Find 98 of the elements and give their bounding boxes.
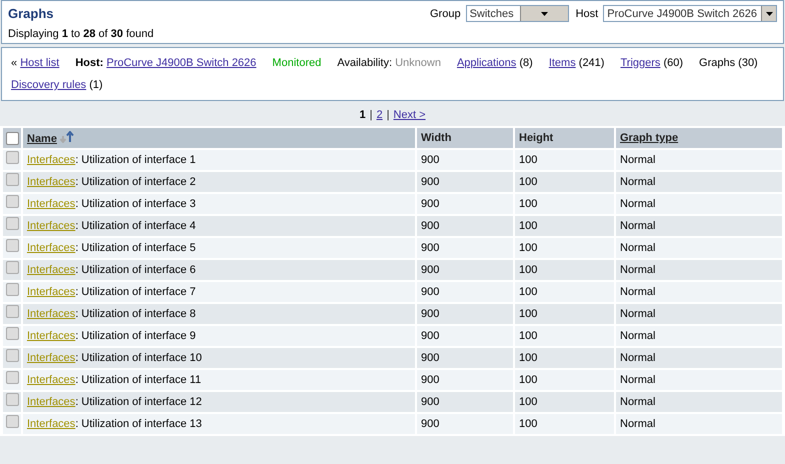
table-cell: Normal — [620, 352, 656, 364]
availability-value: Unknown — [395, 57, 441, 69]
graph-name: Interfaces: Utilization of interface 2 — [27, 176, 196, 188]
nav-link[interactable]: Applications — [456, 57, 516, 69]
graph-name: Interfaces: Utilization of interface 10 — [27, 352, 202, 364]
column-header: Width — [421, 132, 452, 144]
filter-dropdown[interactable]: Switches — [466, 5, 569, 22]
nav-link[interactable]: Items — [548, 57, 576, 69]
table-cell: 900 — [421, 286, 440, 298]
caret-icon — [540, 12, 548, 16]
pager-separator: | — [370, 108, 372, 120]
table-cell: Normal — [620, 308, 656, 320]
graph-name: Interfaces: Utilization of interface 3 — [27, 198, 196, 210]
table-cell: 100 — [519, 154, 538, 166]
count-text: (1) — [89, 79, 103, 91]
count-text: (8) — [519, 57, 533, 69]
table-cell: 900 — [421, 396, 440, 408]
page-link[interactable]: Next > — [393, 108, 426, 120]
row-checkbox[interactable] — [6, 414, 18, 428]
column-header[interactable]: Name — [27, 133, 57, 145]
row-checkbox[interactable] — [6, 370, 18, 384]
table-cell: 900 — [421, 220, 440, 232]
select-all-checkbox[interactable] — [6, 132, 18, 144]
table-cell: 100 — [519, 198, 538, 210]
count-text: (241) — [578, 57, 604, 69]
table-cell: 100 — [519, 264, 538, 276]
row-checkbox[interactable] — [6, 194, 18, 208]
table-cell: 100 — [519, 242, 538, 254]
table-cell: 900 — [421, 308, 440, 320]
graph-name: Interfaces: Utilization of interface 5 — [27, 242, 196, 254]
table-cell: 900 — [421, 264, 440, 276]
row-checkbox[interactable] — [6, 150, 18, 164]
graph-name: Interfaces: Utilization of interface 6 — [27, 264, 196, 276]
table-cell: 900 — [421, 330, 440, 342]
table-cell: 100 — [519, 330, 538, 342]
table-cell: Normal — [620, 220, 656, 232]
nav-link[interactable]: Triggers — [620, 57, 660, 69]
row-checkbox[interactable] — [6, 260, 18, 274]
pager-separator: | — [386, 108, 390, 120]
table-cell: 900 — [421, 374, 440, 386]
table-cell: 100 — [519, 220, 538, 232]
table-cell: Normal — [620, 198, 656, 210]
table-cell: 100 — [519, 286, 538, 298]
graph-name: Interfaces: Utilization of interface 4 — [27, 220, 196, 232]
table-cell: 100 — [519, 176, 538, 188]
row-checkbox[interactable] — [6, 348, 18, 362]
table-cell: 900 — [421, 198, 440, 210]
table-cell: Normal — [620, 264, 656, 276]
current-section: Graphs (30) — [699, 56, 758, 70]
graph-name: Interfaces: Utilization of interface 1 — [27, 154, 196, 166]
graph-name: Interfaces: Utilization of interface 12 — [27, 396, 202, 408]
table-cell: Normal — [620, 330, 656, 342]
graph-name: Interfaces: Utilization of interface 13 — [27, 418, 202, 430]
table-cell: 100 — [519, 352, 538, 364]
table-cell: 100 — [519, 396, 538, 408]
filter-label: Host — [576, 8, 598, 20]
row-checkbox[interactable] — [6, 392, 18, 406]
row-checkbox[interactable] — [6, 238, 18, 252]
results-summary: Displaying 1 to 28 of 30 found — [8, 28, 155, 40]
nav-link[interactable]: Discovery rules — [11, 79, 86, 91]
table-cell: 100 — [519, 418, 538, 430]
filter-dropdown[interactable]: ProCurve J4900B Switch 2626 — [603, 5, 777, 22]
page-title: Graphs — [8, 6, 54, 21]
row-checkbox[interactable] — [6, 326, 18, 340]
filter-label: Group — [430, 8, 461, 20]
status-text: Monitored — [272, 56, 322, 70]
table-cell: Normal — [620, 242, 656, 254]
graph-name: Interfaces: Utilization of interface 11 — [27, 374, 202, 386]
table-cell: Normal — [620, 418, 656, 430]
row-checkbox[interactable] — [6, 216, 18, 230]
row-checkbox[interactable] — [6, 304, 18, 318]
graph-name: Interfaces: Utilization of interface 9 — [27, 330, 196, 342]
table-cell: 100 — [519, 374, 538, 386]
table-cell: 900 — [421, 242, 440, 254]
table-cell: 900 — [421, 352, 440, 364]
table-cell: Normal — [620, 154, 656, 166]
table-cell: 900 — [421, 176, 440, 188]
table-cell: 100 — [519, 308, 538, 320]
back-mark: « — [11, 57, 18, 69]
table-cell: 900 — [421, 418, 440, 430]
caret-icon — [766, 12, 772, 16]
row-checkbox[interactable] — [6, 282, 18, 296]
table-cell: Normal — [620, 286, 656, 298]
host-label: Host: — [75, 57, 104, 69]
count-text: (60) — [663, 57, 684, 69]
page-link[interactable]: 2 — [376, 108, 383, 120]
host-link[interactable]: ProCurve J4900B Switch 2626 — [106, 57, 256, 69]
graph-name: Interfaces: Utilization of interface 7 — [27, 286, 196, 298]
table-cell: Normal — [620, 176, 656, 188]
host-list-link[interactable]: Host list — [20, 57, 60, 69]
column-header: Height — [519, 132, 554, 144]
graph-name: Interfaces: Utilization of interface 8 — [27, 308, 196, 320]
table-cell: Normal — [620, 396, 656, 408]
table-cell: 900 — [421, 154, 440, 166]
page-link[interactable]: 1 — [359, 108, 366, 120]
table-cell: Normal — [620, 374, 656, 386]
availability-label: Availability: — [337, 57, 392, 69]
row-checkbox[interactable] — [6, 172, 18, 186]
